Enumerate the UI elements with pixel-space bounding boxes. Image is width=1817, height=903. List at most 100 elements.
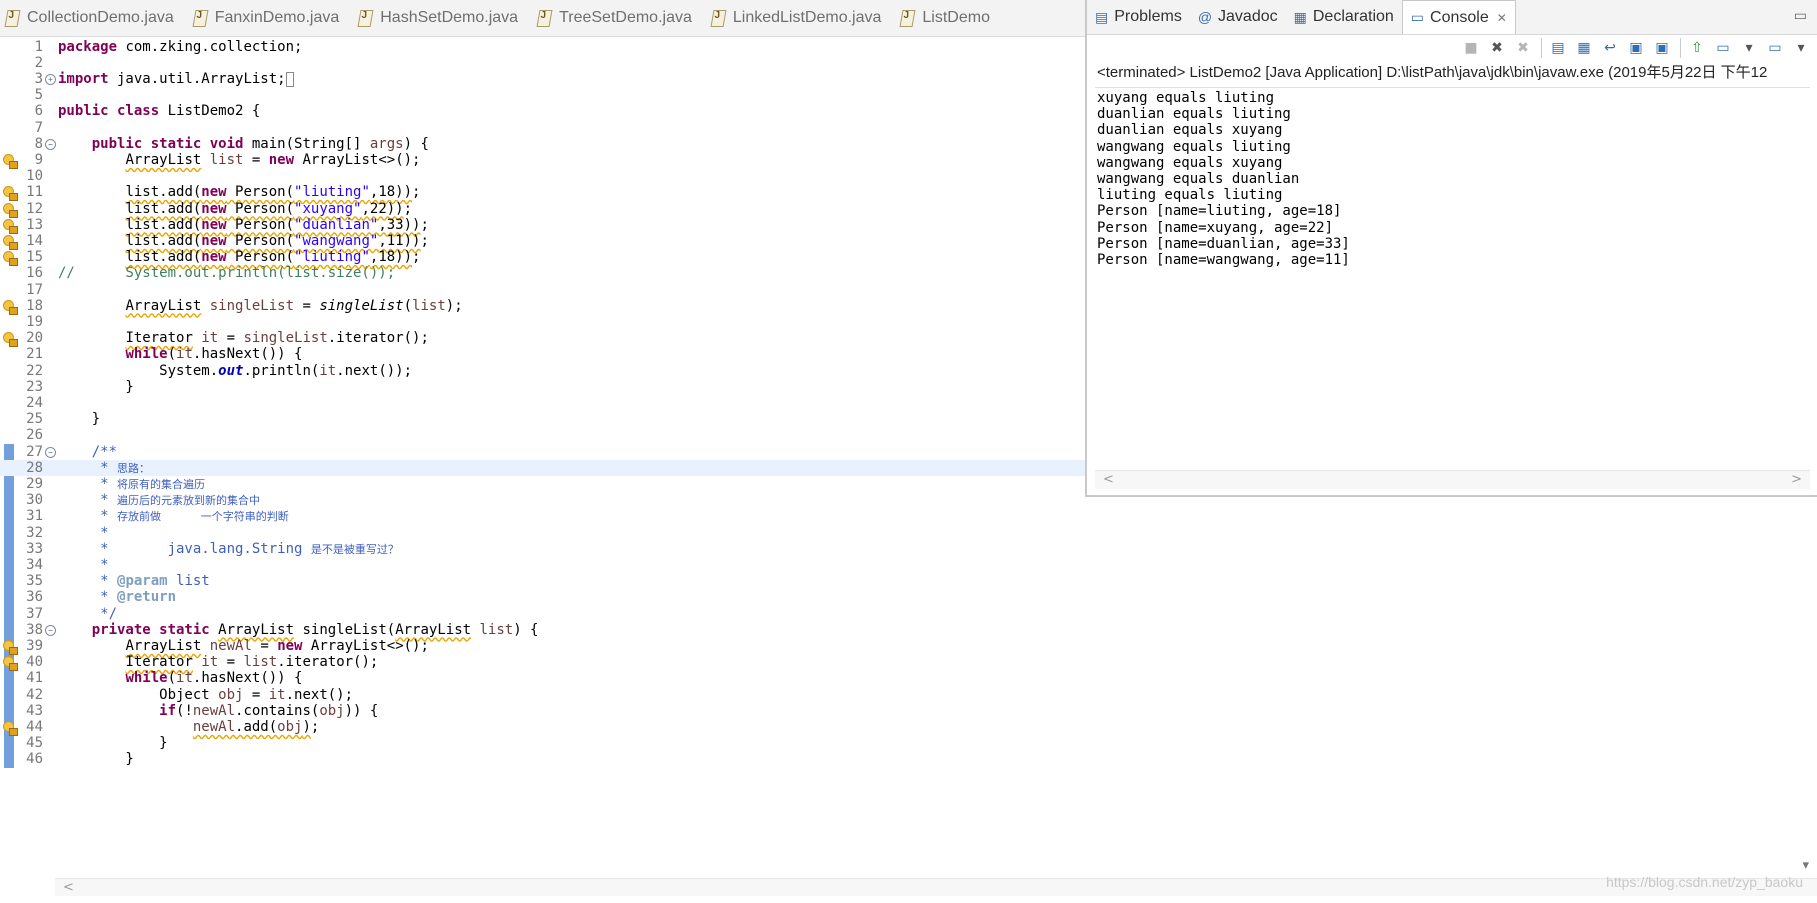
console-horizontal-scrollbar[interactable]: < > [1095, 470, 1810, 489]
line-number: 3 [34, 70, 43, 87]
expand-fold-icon[interactable]: + [45, 73, 56, 85]
code-line[interactable]: 32 * [0, 525, 1817, 541]
code-text: list.add(new Person("wangwang",11)); [125, 232, 429, 249]
line-number: 22 [26, 362, 43, 379]
code-text: list.add(new Person("liuting",18)); [125, 249, 421, 266]
scroll-down-arrow-icon[interactable]: ▾ [1802, 858, 1809, 873]
code-text: import java.util.ArrayList; [58, 71, 295, 88]
line-number: 8 [34, 135, 43, 152]
terminate-icon[interactable]: ■ [1461, 38, 1481, 58]
line-number: 11 [26, 184, 43, 201]
code-text: */ [58, 605, 118, 622]
code-line[interactable]: 36 * @return [0, 589, 1817, 605]
code-line[interactable]: 39 ArrayList newAl = new ArrayList<>(); [0, 638, 1817, 655]
code-text: Object obj = it.next(); [58, 686, 354, 703]
declaration-icon: ▦ [1293, 8, 1307, 25]
close-icon[interactable]: ✕ [1497, 11, 1507, 25]
console-view: ▤ Problems @ Javadoc ▦ Declaration ▭ Console ✕ ▭… [1085, 0, 1817, 497]
problems-icon: ▤ [1095, 8, 1109, 25]
show-on-stderr-icon[interactable]: ▣ [1652, 38, 1672, 58]
scroll-left-arrow-icon[interactable]: < [63, 879, 74, 896]
code-text: list.add(new Person("duanlian",33)); [125, 216, 429, 233]
line-number: 34 [26, 556, 43, 573]
code-text: * 将原有的集合遍历 [58, 475, 206, 492]
code-line[interactable]: 37 */ [0, 606, 1817, 622]
code-text: * @param list [58, 573, 210, 590]
word-wrap-icon[interactable]: ↩ [1600, 38, 1620, 58]
line-number: 5 [34, 87, 43, 104]
code-text: } [58, 411, 101, 428]
view-tab-console[interactable]: ▭ Console ✕ [1401, 0, 1516, 34]
console-output-line: Person [name=liuting, age=18] [1097, 203, 1342, 220]
line-number: 41 [26, 670, 43, 687]
code-text: while(it.hasNext()) { [125, 670, 303, 687]
collapse-fold-icon[interactable]: − [45, 624, 56, 636]
editor-tab[interactable]: TreeSetDemo.java [532, 0, 706, 36]
editor-tab[interactable]: HashSetDemo.java [353, 0, 532, 36]
java-file-icon [710, 9, 727, 27]
view-tab-declaration[interactable]: ▦ Declaration [1286, 0, 1402, 34]
line-number: 23 [26, 378, 43, 395]
line-number: 28 [26, 459, 43, 476]
line-number: 38 [26, 621, 43, 638]
console-output-line: xuyang equals liuting [1097, 90, 1275, 106]
line-number: 26 [26, 427, 43, 444]
scroll-left-arrow-icon[interactable]: < [1103, 471, 1114, 489]
open-console-dropdown-icon[interactable]: ▾ [1791, 38, 1811, 58]
code-text: while(it.hasNext()) { [125, 346, 303, 363]
line-number: 17 [26, 281, 43, 298]
code-line[interactable]: 40 Iterator it = list.iterator(); [0, 654, 1817, 672]
minimize-view-icon[interactable]: ▭ [1794, 8, 1807, 24]
editor-horizontal-scrollbar[interactable]: < [55, 878, 1817, 896]
line-number: 42 [26, 686, 43, 703]
console-toolbar: ■ ✖ ✖ ▤ ▦ ↩ ▣ ▣ ⇧ ▭ ▾ ▭ ▾ [1087, 34, 1817, 62]
line-number: 20 [26, 330, 43, 347]
code-line[interactable]: 43 if(!newAl.contains(obj)) { [0, 703, 1817, 719]
line-number: 37 [26, 605, 43, 622]
code-line[interactable]: 33 * java.lang.String 是不是被重写过？ [0, 541, 1817, 557]
display-console-icon[interactable]: ▭ [1713, 38, 1733, 58]
code-text: if(!newAl.contains(obj)) { [159, 702, 379, 719]
code-line[interactable]: 34 * [0, 557, 1817, 573]
collapse-fold-icon[interactable]: − [45, 446, 56, 458]
view-tab-javadoc[interactable]: @ Javadoc [1190, 0, 1286, 34]
open-console-icon[interactable]: ▭ [1765, 38, 1785, 58]
code-line[interactable]: 46 } [0, 751, 1817, 767]
code-line[interactable]: 31 * 存放前做 一个字符串的判断 [0, 508, 1817, 524]
remove-all-terminated-icon[interactable]: ✖ [1513, 38, 1533, 58]
line-number: 35 [26, 573, 43, 590]
code-text: public class ListDemo2 { [58, 103, 261, 120]
code-text: newAl.add(obj); [192, 718, 320, 735]
java-file-icon [192, 9, 209, 27]
code-line[interactable]: 35 * @param list [0, 573, 1817, 589]
console-output-line: duanlian equals xuyang [1097, 122, 1283, 139]
line-number: 25 [26, 411, 43, 428]
editor-tab[interactable]: FanxinDemo.java [188, 0, 354, 36]
code-line[interactable]: 45 } [0, 735, 1817, 751]
console-output[interactable]: xuyang equals liuting duanlian equals liu… [1095, 87, 1810, 468]
code-line[interactable]: 42 Object obj = it.next(); [0, 687, 1817, 703]
editor-tab[interactable]: LinkedListDemo.java [706, 0, 896, 36]
editor-tab-label: HashSetDemo.java [380, 9, 519, 26]
editor-tab-label: LinkedListDemo.java [732, 9, 882, 26]
line-number: 7 [34, 119, 43, 136]
remove-launch-icon[interactable]: ✖ [1487, 38, 1507, 58]
collapse-fold-icon[interactable]: − [45, 138, 56, 150]
clear-console-icon[interactable]: ▤ [1548, 38, 1568, 58]
code-line[interactable]: 41 while(it.hasNext()) { [0, 670, 1817, 686]
code-line[interactable]: 38− private static ArrayList singleList(… [0, 622, 1817, 638]
java-file-icon [4, 9, 21, 27]
display-console-dropdown-icon[interactable]: ▾ [1739, 38, 1759, 58]
console-output-line: wangwang equals liuting [1097, 138, 1291, 155]
pin-console-icon[interactable]: ⇧ [1687, 38, 1707, 58]
editor-tab[interactable]: ListDemo [895, 0, 1004, 36]
code-line[interactable]: 44 newAl.add(obj); [0, 718, 1817, 736]
show-on-stdout-icon[interactable]: ▣ [1626, 38, 1646, 58]
scroll-lock-icon[interactable]: ▦ [1574, 38, 1594, 58]
line-number: 46 [26, 751, 43, 768]
code-text: package com.zking.collection; [58, 38, 303, 55]
scroll-right-arrow-icon[interactable]: > [1791, 471, 1802, 489]
code-text: * 思路： [58, 459, 151, 476]
editor-tab[interactable]: CollectionDemo.java [0, 0, 188, 36]
view-tab-problems[interactable]: ▤ Problems [1087, 0, 1190, 34]
